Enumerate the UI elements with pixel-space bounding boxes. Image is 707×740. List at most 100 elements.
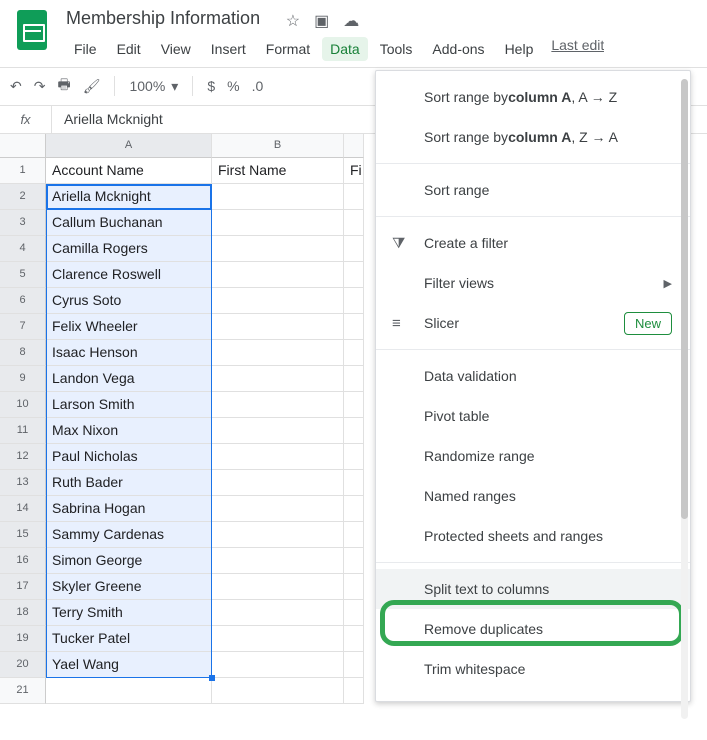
percent-button[interactable]: % [227, 78, 239, 94]
row-header[interactable]: 5 [0, 262, 46, 288]
cell[interactable] [344, 470, 364, 496]
cell[interactable]: Fi [344, 158, 364, 184]
cell[interactable]: Felix Wheeler [46, 314, 212, 340]
cell[interactable] [344, 418, 364, 444]
cell[interactable]: Max Nixon [46, 418, 212, 444]
redo-icon[interactable]: ↷ [34, 78, 46, 95]
move-icon[interactable]: ▣ [314, 11, 329, 31]
cell[interactable] [344, 626, 364, 652]
row-header[interactable]: 11 [0, 418, 46, 444]
row-header[interactable]: 12 [0, 444, 46, 470]
cell[interactable]: Ruth Bader [46, 470, 212, 496]
cell[interactable] [212, 444, 344, 470]
cell[interactable] [344, 522, 364, 548]
cell[interactable] [212, 392, 344, 418]
decimal-button[interactable]: .0 [252, 78, 264, 94]
menu-data-validation[interactable]: Data validation [376, 356, 690, 396]
document-title[interactable]: Membership Information [62, 4, 264, 28]
cell[interactable]: Clarence Roswell [46, 262, 212, 288]
cell[interactable] [344, 678, 364, 704]
menu-split-text[interactable]: Split text to columns [376, 569, 690, 609]
cell[interactable] [344, 548, 364, 574]
menu-view[interactable]: View [153, 37, 199, 61]
menu-filter-views[interactable]: Filter views ▶ [376, 263, 690, 303]
cell[interactable]: Camilla Rogers [46, 236, 212, 262]
cell[interactable] [344, 288, 364, 314]
menu-slicer[interactable]: ≡ Slicer New [376, 303, 690, 343]
cell[interactable] [344, 184, 364, 210]
row-header[interactable]: 6 [0, 288, 46, 314]
cell[interactable] [344, 652, 364, 678]
cell[interactable]: Simon George [46, 548, 212, 574]
cell[interactable] [344, 574, 364, 600]
last-edit-link[interactable]: Last edit [551, 37, 604, 61]
menu-format[interactable]: Format [258, 37, 318, 61]
column-header-c[interactable] [344, 134, 364, 158]
row-header[interactable]: 1 [0, 158, 46, 184]
formula-input[interactable]: Ariella Mcknight [52, 111, 163, 127]
row-header[interactable]: 19 [0, 626, 46, 652]
cell[interactable]: Landon Vega [46, 366, 212, 392]
cell[interactable] [212, 262, 344, 288]
sheets-logo[interactable] [10, 8, 54, 52]
menu-named-ranges[interactable]: Named ranges [376, 476, 690, 516]
cell[interactable] [344, 236, 364, 262]
undo-icon[interactable]: ↶ [10, 78, 22, 95]
cell[interactable] [344, 392, 364, 418]
row-header[interactable]: 9 [0, 366, 46, 392]
cell[interactable] [46, 678, 212, 704]
row-header[interactable]: 15 [0, 522, 46, 548]
menu-sort-asc[interactable]: Sort range by column A, A → Z [376, 77, 690, 117]
cell[interactable] [212, 314, 344, 340]
cell[interactable] [344, 314, 364, 340]
cell[interactable] [212, 340, 344, 366]
cell[interactable] [212, 236, 344, 262]
print-icon[interactable]: 🖶 [57, 74, 70, 98]
row-header[interactable]: 17 [0, 574, 46, 600]
row-header[interactable]: 2 [0, 184, 46, 210]
currency-button[interactable]: $ [207, 78, 215, 94]
cell[interactable] [212, 366, 344, 392]
column-header-a[interactable]: A [46, 134, 212, 158]
cell[interactable]: Tucker Patel [46, 626, 212, 652]
column-header-b[interactable]: B [212, 134, 344, 158]
menu-trim-whitespace[interactable]: Trim whitespace [376, 649, 690, 689]
menu-data[interactable]: Data [322, 37, 368, 61]
menu-scrollbar[interactable] [681, 79, 688, 719]
cell[interactable]: Terry Smith [46, 600, 212, 626]
cell[interactable] [212, 522, 344, 548]
cell[interactable] [344, 210, 364, 236]
cell[interactable] [344, 366, 364, 392]
menu-sort-desc[interactable]: Sort range by column A, Z → A [376, 117, 690, 157]
menu-protected-sheets[interactable]: Protected sheets and ranges [376, 516, 690, 556]
cell[interactable] [212, 184, 344, 210]
cell[interactable]: Yael Wang [46, 652, 212, 678]
star-icon[interactable]: ☆ [286, 11, 300, 31]
row-header[interactable]: 21 [0, 678, 46, 704]
cell[interactable]: Sammy Cardenas [46, 522, 212, 548]
cell[interactable] [212, 678, 344, 704]
menu-remove-duplicates[interactable]: Remove duplicates [376, 609, 690, 649]
cell[interactable] [212, 288, 344, 314]
row-header[interactable]: 3 [0, 210, 46, 236]
cell[interactable] [344, 600, 364, 626]
cell[interactable]: Skyler Greene [46, 574, 212, 600]
cell[interactable]: First Name [212, 158, 344, 184]
cell[interactable]: Ariella Mcknight [46, 184, 212, 210]
cell[interactable] [212, 652, 344, 678]
cell[interactable]: Sabrina Hogan [46, 496, 212, 522]
row-header[interactable]: 10 [0, 392, 46, 418]
cell[interactable]: Larson Smith [46, 392, 212, 418]
menu-tools[interactable]: Tools [372, 37, 421, 61]
zoom-select[interactable]: 100% ▾ [129, 78, 178, 95]
row-header[interactable]: 4 [0, 236, 46, 262]
row-header[interactable]: 16 [0, 548, 46, 574]
menu-help[interactable]: Help [497, 37, 542, 61]
cell[interactable]: Paul Nicholas [46, 444, 212, 470]
cell[interactable] [344, 340, 364, 366]
menu-sort-range[interactable]: Sort range [376, 170, 690, 210]
cell[interactable] [212, 626, 344, 652]
cell[interactable] [344, 496, 364, 522]
row-header[interactable]: 14 [0, 496, 46, 522]
cell[interactable] [212, 210, 344, 236]
